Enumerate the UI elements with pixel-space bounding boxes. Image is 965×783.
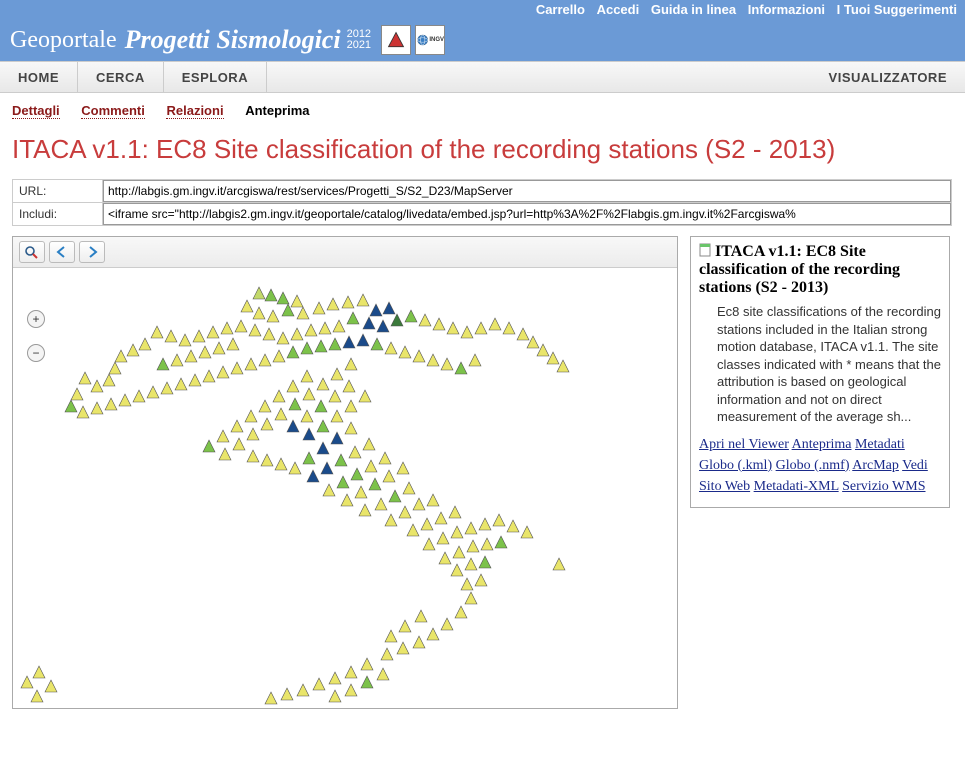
- link-metadati-xml[interactable]: Metadati-XML: [754, 479, 839, 494]
- link-sito-web[interactable]: Sito Web: [699, 479, 750, 494]
- logo-ingv: INGV: [415, 25, 445, 55]
- url-table: URL: Includi:: [12, 179, 952, 226]
- document-icon: [699, 243, 713, 260]
- link-guida[interactable]: Guida in linea: [651, 2, 736, 17]
- globe-icon: [416, 31, 429, 49]
- tab-anteprima: Anteprima: [245, 103, 309, 118]
- top-links-bar: Carrello Accedi Guida in linea Informazi…: [0, 0, 965, 19]
- banner: Geoportale Progetti Sismologici 2012 202…: [0, 19, 965, 61]
- arrow-left-icon: [54, 245, 70, 259]
- logo-ingv-text: INGV: [429, 37, 444, 43]
- arrow-right-icon: [84, 245, 100, 259]
- page-title: ITACA v1.1: EC8 Site classification of t…: [0, 124, 965, 179]
- triangle-icon: [386, 30, 406, 50]
- banner-progetti: Progetti Sismologici: [125, 25, 341, 55]
- zoom-tool-button[interactable]: [19, 241, 45, 263]
- link-carrello[interactable]: Carrello: [536, 2, 585, 17]
- nav-home[interactable]: HOME: [0, 62, 78, 92]
- nav-visualizzatore[interactable]: VISUALIZZATORE: [811, 62, 965, 92]
- link-metadati[interactable]: Metadati: [855, 437, 905, 452]
- includi-label: Includi:: [13, 203, 103, 226]
- station-points-layer: [13, 268, 677, 708]
- url-label: URL:: [13, 180, 103, 203]
- logo-dpc: [381, 25, 411, 55]
- tab-dettagli[interactable]: Dettagli: [12, 103, 60, 119]
- nav-forward-button[interactable]: [79, 241, 105, 263]
- includi-input[interactable]: [103, 203, 951, 225]
- link-arcmap[interactable]: ArcMap: [852, 458, 899, 473]
- url-input[interactable]: [103, 180, 951, 202]
- link-servizio-wms[interactable]: Servizio WMS: [842, 479, 925, 494]
- main-nav: HOME CERCA ESPLORA VISUALIZZATORE: [0, 61, 965, 93]
- banner-years: 2012 2021: [347, 29, 371, 51]
- tab-commenti[interactable]: Commenti: [81, 103, 145, 119]
- banner-geoportale: Geoportale: [10, 27, 117, 54]
- link-accedi[interactable]: Accedi: [597, 2, 640, 17]
- nav-cerca[interactable]: CERCA: [78, 62, 164, 92]
- tab-relazioni[interactable]: Relazioni: [166, 103, 223, 119]
- banner-year2: 2021: [347, 39, 371, 51]
- side-description: Ec8 site classifications of the recordin…: [717, 303, 941, 426]
- map-canvas[interactable]: + −: [13, 268, 677, 708]
- map-panel: + −: [12, 236, 678, 709]
- link-globo-nmf[interactable]: Globo (.nmf): [776, 458, 850, 473]
- side-panel: ITACA v1.1: EC8 Site classification of t…: [690, 236, 950, 508]
- link-globo-kml[interactable]: Globo (.kml): [699, 458, 772, 473]
- side-title: ITACA v1.1: EC8 Site classification of t…: [699, 243, 900, 296]
- side-links: Apri nel Viewer Anteprima Metadati Globo…: [699, 434, 941, 497]
- link-viewer[interactable]: Apri nel Viewer: [699, 437, 789, 452]
- link-vedi[interactable]: Vedi: [902, 458, 928, 473]
- nav-back-button[interactable]: [49, 241, 75, 263]
- link-suggerimenti[interactable]: I Tuoi Suggerimenti: [837, 2, 957, 17]
- map-toolbar: [13, 237, 677, 268]
- sub-tabs: Dettagli Commenti Relazioni Anteprima: [0, 93, 965, 124]
- zoom-search-icon: [24, 245, 40, 259]
- link-informazioni[interactable]: Informazioni: [748, 2, 825, 17]
- link-anteprima[interactable]: Anteprima: [792, 437, 852, 452]
- nav-esplora[interactable]: ESPLORA: [164, 62, 267, 92]
